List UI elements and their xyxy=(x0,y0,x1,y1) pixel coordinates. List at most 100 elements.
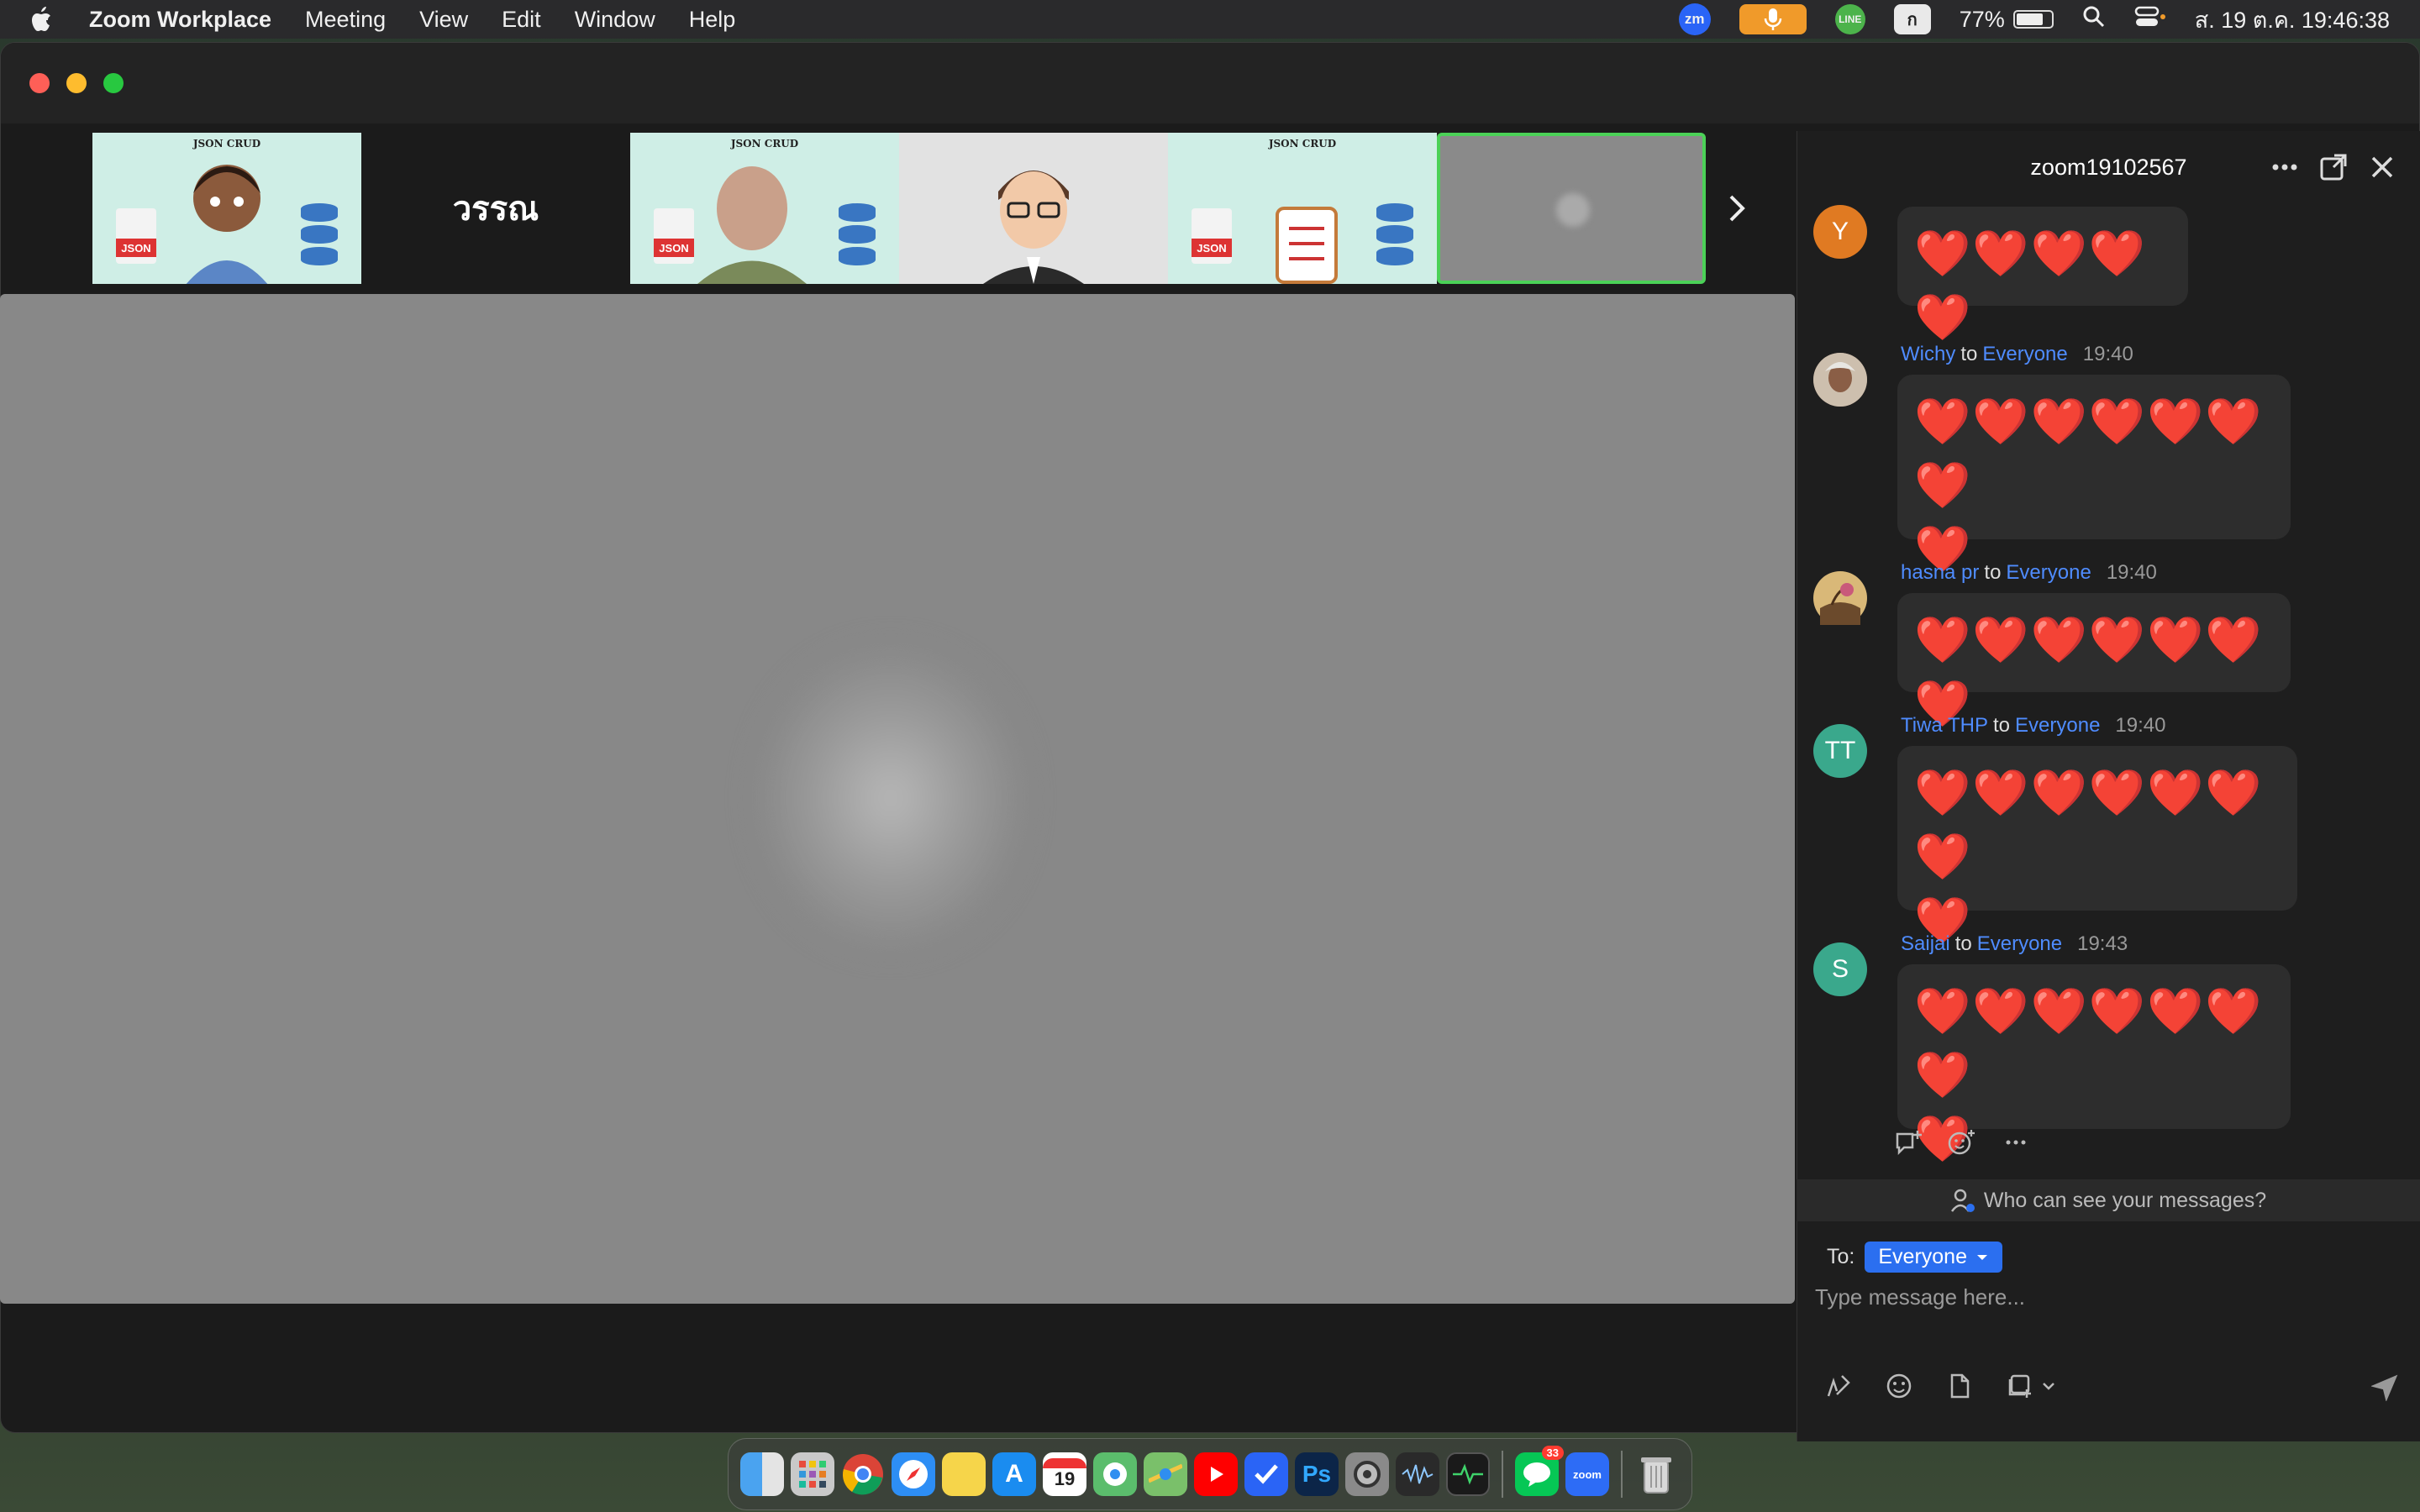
privacy-text: Who can see your messages? xyxy=(1983,1188,2267,1212)
notes-icon[interactable] xyxy=(942,1452,986,1496)
database-icon xyxy=(839,200,881,270)
to-word: to xyxy=(1960,343,1978,365)
privacy-notice[interactable]: Who can see your messages? xyxy=(1797,1179,2420,1221)
avatar[interactable]: TT xyxy=(1813,724,1867,778)
recipient-name[interactable]: Everyone xyxy=(2015,714,2100,737)
recipient-dropdown[interactable]: Everyone xyxy=(1865,1242,2002,1273)
menu-edit[interactable]: Edit xyxy=(502,7,541,33)
sender-name[interactable]: Tiwa THP xyxy=(1901,714,1988,737)
menu-view[interactable]: View xyxy=(419,7,468,33)
sender-name[interactable]: hasna pr xyxy=(1901,561,1979,584)
chevron-right-icon xyxy=(1729,195,1745,222)
find-my-icon[interactable] xyxy=(1093,1452,1137,1496)
input-source-icon[interactable]: ก xyxy=(1893,4,1931,34)
add-reaction-icon[interactable] xyxy=(1948,1129,1976,1156)
participant-tile-slide[interactable]: JSON CRUD JSON xyxy=(1168,133,1437,284)
recipient-name[interactable]: Everyone xyxy=(1982,343,2067,365)
activity-monitor-icon[interactable] xyxy=(1446,1452,1490,1496)
file-icon[interactable] xyxy=(1946,1373,1973,1399)
calendar-day: 19 xyxy=(1054,1468,1076,1489)
message-bubble[interactable]: ❤️❤️❤️❤️❤️❤️❤️ ❤️ xyxy=(1897,746,2297,946)
title-bar xyxy=(1,43,2419,123)
close-window-button[interactable] xyxy=(29,73,50,93)
minimize-window-button[interactable] xyxy=(66,73,87,93)
menu-window[interactable]: Window xyxy=(575,7,655,33)
more-actions-icon[interactable] xyxy=(2002,1129,2030,1156)
participant-tile-name[interactable]: วรรณ xyxy=(361,133,630,284)
to-label: To: xyxy=(1827,1245,1855,1268)
pop-out-icon[interactable] xyxy=(2319,153,2348,181)
participant-name: วรรณ xyxy=(452,191,539,228)
trash-icon[interactable] xyxy=(1634,1452,1678,1496)
sender-name[interactable]: Saijai xyxy=(1901,932,1950,955)
dock-separator xyxy=(1502,1451,1503,1498)
menu-meeting[interactable]: Meeting xyxy=(305,7,386,33)
avatar[interactable]: S xyxy=(1813,942,1867,996)
participant-tile-avatar[interactable] xyxy=(899,133,1168,284)
photoshop-icon[interactable]: Ps xyxy=(1295,1452,1339,1496)
person-video-feed xyxy=(697,166,807,284)
format-text-icon[interactable] xyxy=(1825,1373,1852,1399)
menu-help[interactable]: Help xyxy=(689,7,736,33)
calendar-icon[interactable]: 19 xyxy=(1043,1452,1086,1496)
reply-icon[interactable] xyxy=(1894,1129,1923,1156)
zoom-app-icon[interactable]: zoom xyxy=(1565,1452,1609,1496)
slide-title: JSON CRUD xyxy=(1268,138,1337,150)
message-meta: Tiwa THP to Everyone 19:40 xyxy=(1901,714,2165,738)
to-word: to xyxy=(1954,932,1972,955)
battery-fill xyxy=(2016,13,2043,25)
microphone-icon[interactable] xyxy=(1739,4,1807,34)
app-store-icon[interactable]: A xyxy=(992,1452,1036,1496)
dock: A 19 Ps 33 zoom xyxy=(728,1438,1692,1510)
avatar[interactable] xyxy=(1813,353,1867,407)
control-center-icon[interactable] xyxy=(2134,5,2166,34)
tasks-icon[interactable] xyxy=(1244,1452,1288,1496)
send-icon[interactable] xyxy=(2371,1374,2398,1401)
message-input[interactable] xyxy=(1815,1280,2386,1314)
message-bubble[interactable]: ❤️❤️❤️❤️❤️❤️❤️ xyxy=(1897,593,2291,729)
avatar[interactable] xyxy=(1813,571,1867,625)
message-meta: Wichy to Everyone 19:40 xyxy=(1901,343,2133,366)
window-controls xyxy=(29,73,124,93)
recipient-name[interactable]: Everyone xyxy=(1977,932,2062,955)
emoji-icon[interactable] xyxy=(1886,1373,1912,1399)
youtube-icon[interactable] xyxy=(1194,1452,1238,1496)
search-icon[interactable] xyxy=(2082,5,2106,34)
participant-tile-active-speaker[interactable] xyxy=(1437,133,1706,284)
launchpad-icon[interactable] xyxy=(791,1452,834,1496)
zoom-status-icon[interactable]: zm xyxy=(1678,3,1711,35)
chrome-icon[interactable] xyxy=(841,1452,885,1496)
battery-status[interactable]: 77% xyxy=(1960,7,2054,33)
fullscreen-window-button[interactable] xyxy=(103,73,124,93)
system-settings-icon[interactable] xyxy=(1345,1452,1389,1496)
main-video-area[interactable] xyxy=(0,294,1795,1304)
message-bubble[interactable]: ❤️❤️❤️❤️❤️❤️❤️ ❤️ xyxy=(1897,964,2291,1164)
audio-app-icon[interactable] xyxy=(1396,1452,1439,1496)
chat-header: zoom19102567 xyxy=(1797,131,2420,203)
participant-tile-video[interactable]: JSON CRUD JSON xyxy=(630,133,899,284)
safari-icon[interactable] xyxy=(892,1452,935,1496)
screenshot-menu[interactable] xyxy=(2007,1373,2055,1399)
database-icon xyxy=(301,200,343,270)
next-page-button[interactable] xyxy=(1719,183,1753,234)
more-options-icon[interactable] xyxy=(2270,153,2299,181)
sender-name[interactable]: Wichy xyxy=(1901,343,1955,365)
clipboard-illustration xyxy=(1276,207,1338,284)
menubar-clock[interactable]: ส. 19 ต.ค. 19:46:38 xyxy=(2195,2,2390,38)
message-bubble[interactable]: ❤️❤️❤️❤️❤️ xyxy=(1897,207,2188,343)
line-app-icon[interactable]: 33 xyxy=(1515,1446,1564,1496)
message-time: 19:40 xyxy=(2106,561,2157,584)
maps-icon[interactable] xyxy=(1144,1452,1187,1496)
app-menu[interactable]: Zoom Workplace xyxy=(89,7,271,33)
recipient-name[interactable]: Everyone xyxy=(2006,561,2091,584)
chat-toolbar xyxy=(1825,1373,2055,1399)
avatar[interactable]: Y xyxy=(1813,205,1867,259)
participant-tile-slide[interactable]: JSON CRUD JSON xyxy=(92,133,361,284)
apple-icon[interactable] xyxy=(30,7,64,32)
chevron-down-icon xyxy=(2043,1383,2054,1390)
close-icon[interactable] xyxy=(2368,153,2396,181)
message-meta: Saijai to Everyone 19:43 xyxy=(1901,932,2128,956)
line-status-icon[interactable]: LINE xyxy=(1834,4,1865,34)
finder-icon[interactable] xyxy=(740,1452,784,1496)
message-bubble[interactable]: ❤️❤️❤️❤️❤️❤️❤️ ❤️ xyxy=(1897,375,2291,575)
